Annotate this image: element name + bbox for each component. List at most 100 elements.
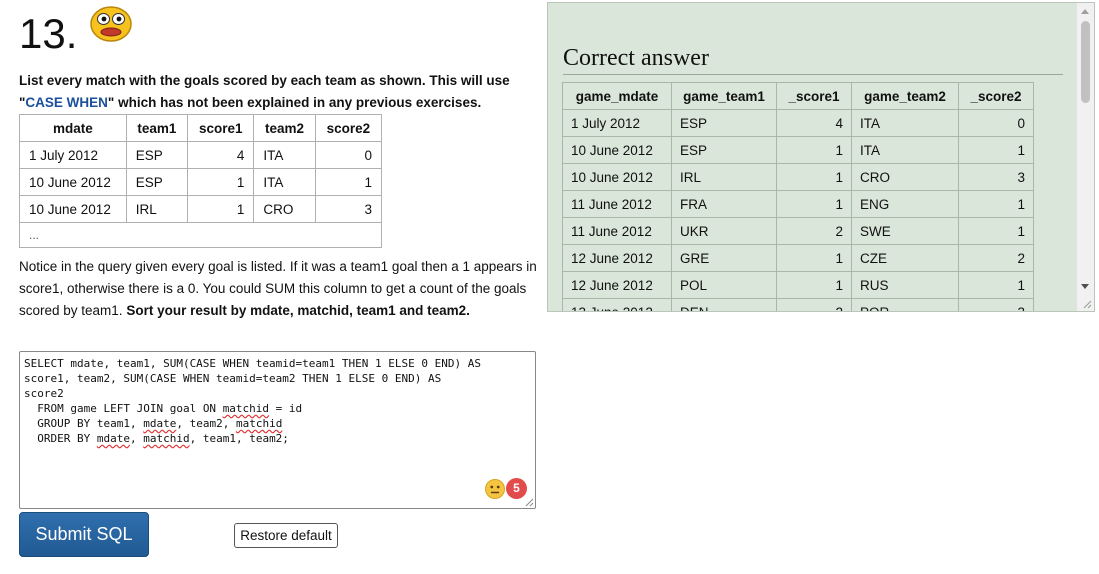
table-cell: 10 June 2012 <box>19 168 127 196</box>
intro-text-rest: which has not been explained in any prev… <box>114 95 482 110</box>
code-fragment: = id <box>269 402 303 415</box>
scroll-down-arrow-icon[interactable] <box>1081 284 1089 289</box>
page: 13. List every match with the goals scor… <box>0 0 1099 574</box>
table-row: 11 June 2012 FRA 1 ENG 1 <box>562 190 1034 218</box>
table-cell: UKR <box>671 217 777 245</box>
table-cell: FRA <box>671 190 777 218</box>
notice-paragraph: Notice in the query given every goal is … <box>19 256 539 322</box>
table-cell: ESP <box>125 141 189 169</box>
table-row: 12 June 2012 POL 1 RUS 1 <box>562 271 1034 299</box>
spellcheck-word: matchid <box>222 402 270 415</box>
smiley-face-icon <box>90 6 132 42</box>
code-fragment: , <box>129 432 144 445</box>
table-cell: 1 <box>187 195 255 223</box>
intro-text: List every match with the goals scored b… <box>19 73 510 88</box>
neutral-face-icon[interactable] <box>485 479 505 499</box>
table-cell: ESP <box>125 168 189 196</box>
question-intro: List every match with the goals scored b… <box>19 70 539 114</box>
answer-scrollbar[interactable] <box>1076 3 1094 311</box>
sql-code[interactable]: SELECT mdate, team1, SUM(CASE WHEN teami… <box>20 352 535 450</box>
table-cell: 0 <box>958 109 1034 137</box>
table-row: 10 June 2012 IRL 1 CRO 3 <box>562 163 1034 191</box>
table-cell: GRE <box>671 244 777 272</box>
spellcheck-word: mdate <box>143 417 177 430</box>
scroll-thumb[interactable] <box>1081 21 1090 103</box>
table-cell: DEN <box>671 298 777 311</box>
table-row: 1 July 2012 ESP 4 ITA 0 <box>562 109 1034 137</box>
table-cell: 1 <box>958 136 1034 164</box>
table-cell: ITA <box>253 168 316 196</box>
table-cell: 1 <box>958 271 1034 299</box>
column-header: _score1 <box>776 82 852 110</box>
notice-sort-instruction: Sort your result by mdate, matchid, team… <box>126 303 470 318</box>
table-cell: CRO <box>253 195 316 223</box>
table-cell: 1 July 2012 <box>562 109 672 137</box>
question-number: 13. <box>19 10 78 57</box>
table-cell: ESP <box>671 136 777 164</box>
table-cell: 1 <box>314 168 383 196</box>
table-row: 10 June 2012 IRL 1 CRO 3 <box>19 195 383 223</box>
ellipsis-cell: ... <box>19 222 382 248</box>
column-header: mdate <box>19 114 127 142</box>
submit-sql-button[interactable]: Submit SQL <box>19 512 149 557</box>
table-cell: POR <box>851 298 959 311</box>
table-cell: 13 June 2012 <box>562 298 672 311</box>
table-cell: 4 <box>776 109 852 137</box>
table-row: 11 June 2012 UKR 2 SWE 1 <box>562 217 1034 245</box>
table-cell: 4 <box>187 141 255 169</box>
table-cell: 11 June 2012 <box>562 217 672 245</box>
column-header: team1 <box>125 114 189 142</box>
table-cell: 1 <box>958 217 1034 245</box>
column-header: game_team2 <box>851 82 959 110</box>
table-cell: 3 <box>958 163 1034 191</box>
spellcheck-word: matchid <box>235 417 283 430</box>
table-cell: 3 <box>958 298 1034 311</box>
table-cell: IRL <box>125 195 189 223</box>
error-count-badge[interactable]: 5 <box>506 478 527 499</box>
table-cell: 10 June 2012 <box>562 136 672 164</box>
table-cell: ESP <box>671 109 777 137</box>
sql-editor[interactable]: SELECT mdate, team1, SUM(CASE WHEN teami… <box>19 351 536 509</box>
table-cell: 12 June 2012 <box>562 271 672 299</box>
table-cell: 2 <box>958 244 1034 272</box>
scroll-up-arrow-icon[interactable] <box>1081 9 1089 14</box>
table-cell: ENG <box>851 190 959 218</box>
table-row: 13 June 2012 DEN 2 POR 3 <box>562 298 1034 311</box>
table-cell: 3 <box>314 195 383 223</box>
table-row: 10 June 2012 ESP 1 ITA 1 <box>562 136 1034 164</box>
column-header: game_team1 <box>671 82 777 110</box>
table-cell: RUS <box>851 271 959 299</box>
correct-answer-panel: Correct answer game_mdate game_team1 _sc… <box>547 2 1095 312</box>
table-cell: 2 <box>776 217 852 245</box>
code-fragment: , team1, team2; <box>189 432 289 445</box>
column-header: team2 <box>253 114 316 142</box>
restore-default-button[interactable]: Restore default <box>234 523 338 548</box>
resize-grip-icon[interactable] <box>524 497 534 507</box>
table-cell: 1 <box>776 136 852 164</box>
table-row: 10 June 2012 ESP 1 ITA 1 <box>19 168 383 196</box>
table-cell: 1 <box>776 271 852 299</box>
table-cell: 1 <box>776 244 852 272</box>
column-header: _score2 <box>958 82 1034 110</box>
table-cell: SWE <box>851 217 959 245</box>
table-row: 12 June 2012 GRE 1 CZE 2 <box>562 244 1034 272</box>
code-fragment: GROUP BY team1, <box>24 417 144 430</box>
case-when-keyword: CASE WHEN <box>25 95 108 110</box>
table-cell: ITA <box>851 136 959 164</box>
spellcheck-word: matchid <box>143 432 190 445</box>
table-cell: 0 <box>314 141 383 169</box>
table-cell: 1 <box>776 190 852 218</box>
table-cell: ITA <box>253 141 316 169</box>
column-header: score1 <box>187 114 255 142</box>
table-cell: 12 June 2012 <box>562 244 672 272</box>
table-cell: 11 June 2012 <box>562 190 672 218</box>
table-header-row: mdate team1 score1 team2 score2 <box>19 114 383 142</box>
resize-grip-icon[interactable] <box>1082 299 1092 309</box>
table-cell: 10 June 2012 <box>562 163 672 191</box>
table-row: 1 July 2012 ESP 4 ITA 0 <box>19 141 383 169</box>
table-cell: CRO <box>851 163 959 191</box>
code-fragment: , team2, <box>176 417 236 430</box>
code-fragment: FROM game LEFT JOIN goal ON <box>24 402 223 415</box>
table-cell: 1 <box>958 190 1034 218</box>
answer-table: game_mdate game_team1 _score1 game_team2… <box>562 82 1034 311</box>
